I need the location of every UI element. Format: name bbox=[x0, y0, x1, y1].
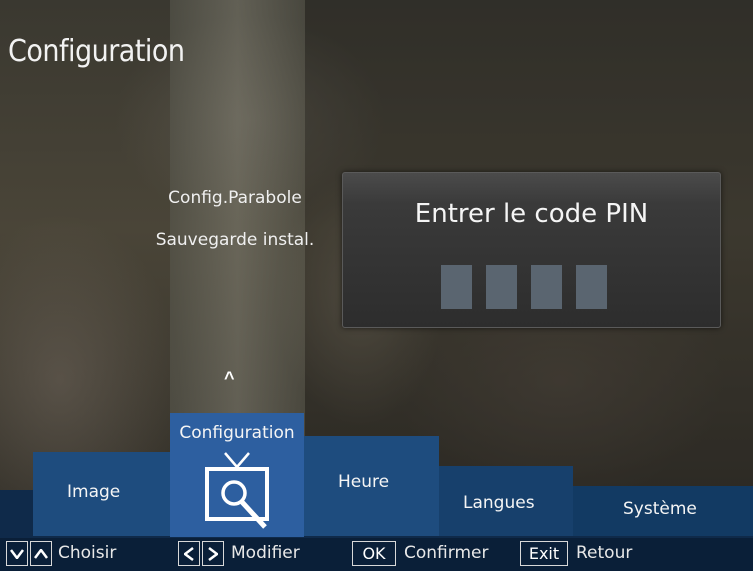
help-choose-label: Choisir bbox=[58, 543, 117, 563]
pin-input[interactable] bbox=[441, 265, 607, 309]
down-key-icon bbox=[6, 541, 28, 566]
help-bar: Choisir Modifier OK Confirmer Exit Retou… bbox=[0, 538, 753, 571]
menu-item-heure[interactable]: Heure bbox=[304, 436, 439, 536]
menu-item-langues[interactable]: Langues bbox=[439, 466, 573, 536]
submenu-item-config-parabole[interactable]: Config.Parabole bbox=[150, 188, 320, 208]
tv-search-icon bbox=[205, 452, 269, 529]
submenu-item-sauvegarde-instal[interactable]: Sauvegarde instal. bbox=[150, 230, 320, 250]
help-confirm-label: Confirmer bbox=[404, 543, 489, 563]
pin-digit-slot bbox=[531, 265, 562, 309]
pin-digit-slot bbox=[441, 265, 472, 309]
pin-digit-slot bbox=[486, 265, 517, 309]
chevron-up-icon: ^ bbox=[224, 368, 235, 388]
right-key-icon bbox=[202, 541, 224, 566]
menu-item-label: Configuration bbox=[179, 423, 295, 443]
pin-digit-slot bbox=[576, 265, 607, 309]
ok-key-icon: OK bbox=[352, 541, 396, 566]
pin-dialog[interactable]: Entrer le code PIN bbox=[342, 172, 721, 328]
help-modify-label: Modifier bbox=[231, 543, 300, 563]
help-back-label: Retour bbox=[576, 543, 633, 563]
menu-item-systeme[interactable]: Système bbox=[573, 486, 753, 536]
menu-item-label: Image bbox=[67, 482, 121, 502]
menu-item-image[interactable]: Image bbox=[33, 452, 171, 536]
tv-menu-screen: Configuration Config.Parabole Sauvegarde… bbox=[0, 0, 753, 571]
selected-column-highlight bbox=[170, 0, 305, 440]
up-key-icon bbox=[30, 541, 52, 566]
exit-key-icon: Exit bbox=[520, 541, 568, 566]
menu-item-label: Langues bbox=[463, 493, 535, 513]
page-title: Configuration bbox=[8, 34, 185, 69]
pin-prompt: Entrer le code PIN bbox=[414, 199, 649, 229]
left-key-icon bbox=[178, 541, 200, 566]
menu-item-label: Système bbox=[623, 499, 697, 519]
menu-item-configuration[interactable]: Configuration bbox=[170, 413, 304, 537]
menu-item-label: Heure bbox=[338, 472, 390, 492]
